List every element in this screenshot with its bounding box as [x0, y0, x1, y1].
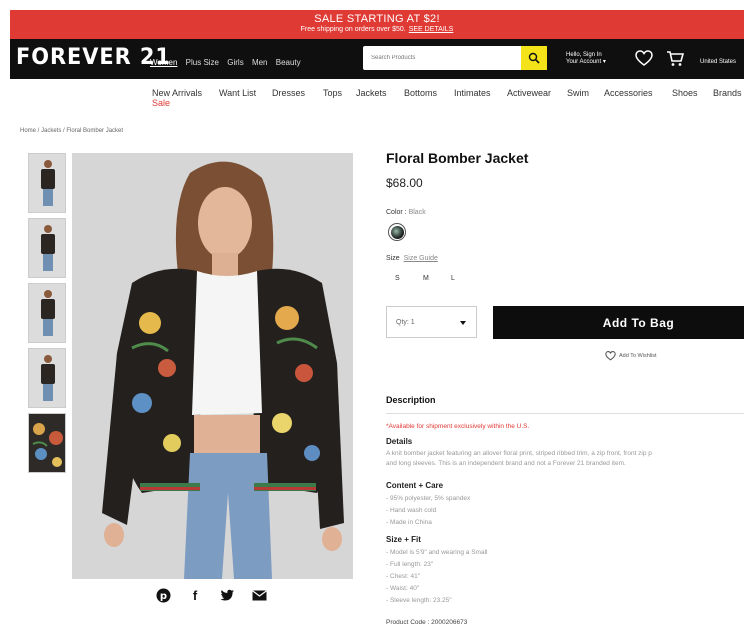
size-option-m[interactable]: M	[423, 275, 451, 282]
quantity-select[interactable]: Qty: 1	[386, 306, 477, 338]
size-fit-line: - Sleeve length: 23.25"	[386, 597, 452, 604]
product-thumbnail-detail[interactable]	[28, 413, 66, 473]
category-brands[interactable]: Brands	[713, 88, 742, 98]
category-shoes[interactable]: Shoes	[672, 88, 698, 98]
top-nav-girls[interactable]: Girls	[227, 58, 243, 67]
search-box	[363, 46, 547, 70]
quantity-value: Qty: 1	[396, 319, 415, 326]
details-heading: Details	[386, 437, 413, 446]
search-icon	[528, 52, 540, 64]
product-title: Floral Bomber Jacket	[386, 150, 529, 166]
availability-note: *Available for shipment exclusively with…	[386, 423, 530, 430]
size-fit-heading: Size + Fit	[386, 535, 421, 544]
cart-button[interactable]	[666, 50, 685, 72]
product-thumbnail[interactable]	[28, 153, 66, 213]
divider	[386, 413, 744, 414]
promo-subline: Free shipping on orders over $50. SEE DET…	[10, 25, 744, 35]
main-product-image[interactable]	[72, 153, 353, 579]
heart-icon	[605, 351, 616, 361]
share-icons: p f	[155, 587, 267, 603]
add-to-bag-button[interactable]: Add To Bag	[493, 306, 744, 339]
size-fit-line: - Full length: 23"	[386, 561, 434, 568]
email-icon[interactable]	[251, 587, 267, 603]
category-swim[interactable]: Swim	[567, 88, 589, 98]
size-option-l[interactable]: L	[451, 275, 479, 282]
svg-text:p: p	[159, 591, 166, 602]
category-sale[interactable]: Sale	[152, 98, 170, 108]
breadcrumb[interactable]: Home / Jackets / Floral Bomber Jacket	[20, 128, 123, 134]
heart-icon	[635, 50, 653, 66]
content-line: - Made in China	[386, 519, 432, 526]
product-thumbnail[interactable]	[28, 283, 66, 343]
model-figure	[41, 225, 55, 273]
size-fit-line: - Model is 5'9" and wearing a Small	[386, 549, 488, 556]
details-line: A knit bomber jacket featuring an allove…	[386, 450, 652, 457]
size-options: SML	[395, 275, 479, 282]
size-option-s[interactable]: S	[395, 275, 423, 282]
category-dresses[interactable]: Dresses	[272, 88, 305, 98]
caret-down-icon	[460, 321, 466, 325]
size-label: Size Size Guide	[386, 255, 438, 262]
category-new-arrivals[interactable]: New Arrivals	[152, 88, 202, 98]
see-details-link[interactable]: SEE DETAILS	[409, 26, 454, 33]
category-bottoms[interactable]: Bottoms	[404, 88, 437, 98]
color-swatch-black[interactable]	[388, 223, 406, 241]
model-figure	[41, 160, 55, 208]
category-tops[interactable]: Tops	[323, 88, 342, 98]
chevron-down-icon: ▾	[602, 59, 606, 65]
wishlist-label: Add To Wishlist	[619, 353, 657, 359]
add-to-wishlist-link[interactable]: Add To Wishlist	[605, 351, 657, 361]
details-line: and long sleeves. This is an independent…	[386, 460, 626, 467]
top-nav-plus-size[interactable]: Plus Size	[186, 58, 219, 67]
floral-detail-image	[29, 414, 65, 472]
category-activewear[interactable]: Activewear	[507, 88, 551, 98]
size-fit-line: - Waist: 40"	[386, 585, 420, 592]
search-button[interactable]	[521, 46, 547, 70]
content-care-heading: Content + Care	[386, 481, 444, 490]
search-input[interactable]	[363, 46, 513, 70]
product-code: Product Code : 2000206673	[386, 619, 468, 626]
category-accessories[interactable]: Accessories	[604, 88, 653, 98]
description-heading[interactable]: Description	[386, 395, 436, 405]
category-want-list[interactable]: Want List	[219, 88, 256, 98]
category-jackets[interactable]: Jackets	[356, 88, 387, 98]
thumbnail-list	[28, 153, 66, 478]
site-header: FOREVER 21 Women Plus Size Girls Men Bea…	[10, 39, 744, 79]
color-label: Color : Black	[386, 209, 426, 216]
top-nav-beauty[interactable]: Beauty	[276, 58, 301, 67]
size-label-text: Size	[386, 255, 400, 262]
facebook-icon[interactable]: f	[187, 587, 203, 603]
size-guide-link[interactable]: Size Guide	[404, 255, 438, 262]
model-figure	[41, 290, 55, 338]
promo-banner: SALE STARTING AT $2! Free shipping on or…	[10, 10, 744, 39]
category-intimates[interactable]: Intimates	[454, 88, 491, 98]
site-logo[interactable]: FOREVER 21	[16, 45, 171, 70]
model-figure	[41, 355, 55, 403]
product-thumbnail[interactable]	[28, 348, 66, 408]
country-selector[interactable]: United States	[700, 59, 736, 65]
content-line: - 95% polyester, 5% spandex	[386, 495, 471, 502]
account-greeting: Hello, Sign In	[566, 52, 602, 58]
model-photo	[72, 153, 353, 579]
color-value: Black	[408, 209, 426, 216]
top-nav: Women Plus Size Girls Men Beauty	[150, 58, 307, 67]
content-line: - Hand wash cold	[386, 507, 437, 514]
cart-icon	[667, 51, 685, 66]
product-price: $68.00	[386, 176, 423, 190]
account-label: Your Account	[566, 59, 602, 65]
color-label-text: Color	[386, 209, 403, 216]
top-nav-men[interactable]: Men	[252, 58, 268, 67]
top-nav-women[interactable]: Women	[150, 58, 177, 67]
pinterest-icon[interactable]: p	[155, 587, 171, 603]
product-thumbnail[interactable]	[28, 218, 66, 278]
promo-subline-text: Free shipping on orders over $50.	[300, 26, 406, 33]
twitter-icon[interactable]	[219, 587, 235, 603]
swatch-fill	[390, 225, 404, 239]
wishlist-button[interactable]	[635, 50, 653, 72]
size-fit-line: - Chest: 41"	[386, 573, 421, 580]
promo-headline: SALE STARTING AT $2!	[314, 13, 440, 25]
account-menu[interactable]: Hello, Sign In Your Account ▾	[566, 52, 606, 66]
